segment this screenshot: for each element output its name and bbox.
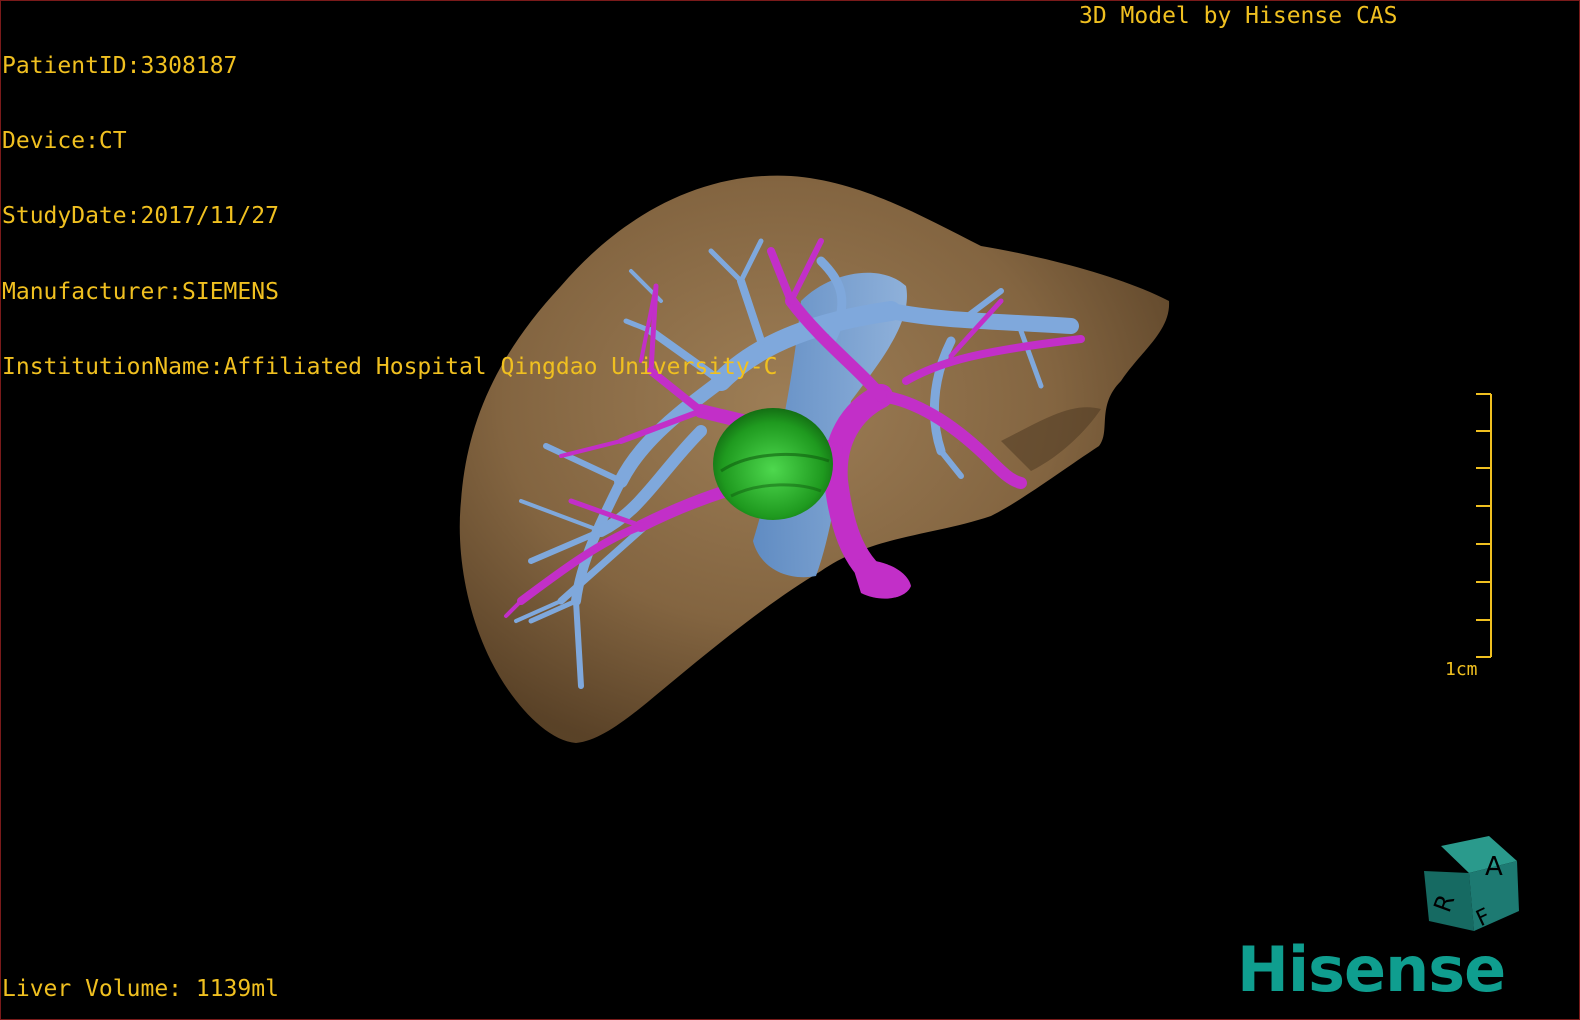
institution-name: InstitutionName:Affiliated Hospital Qing… <box>2 353 778 380</box>
orientation-cube-icon[interactable]: A R F <box>1419 831 1529 946</box>
scale-bar-label: 1cm <box>1445 659 1478 680</box>
portal-vein-trunk-end <box>851 559 911 599</box>
hisense-logo: Hisense <box>1237 933 1506 1006</box>
dicom-info-panel: PatientID:3308187 Device:CT StudyDate:20… <box>2 4 777 430</box>
scale-bar <box>1476 393 1492 658</box>
study-date: StudyDate:2017/11/27 <box>2 203 279 230</box>
patient-id: PatientID:3308187 <box>2 53 238 79</box>
cube-face-a: A <box>1485 852 1503 882</box>
render-viewport[interactable]: PatientID:3308187 Device:CT StudyDate:20… <box>0 0 1580 1020</box>
manufacturer: Manufacturer:SIEMENS <box>2 278 279 305</box>
liver-volume: Liver Volume: 1139ml <box>2 976 279 1002</box>
device: Device:CT <box>2 128 127 155</box>
model-credit: 3D Model by Hisense CAS <box>1079 3 1398 29</box>
